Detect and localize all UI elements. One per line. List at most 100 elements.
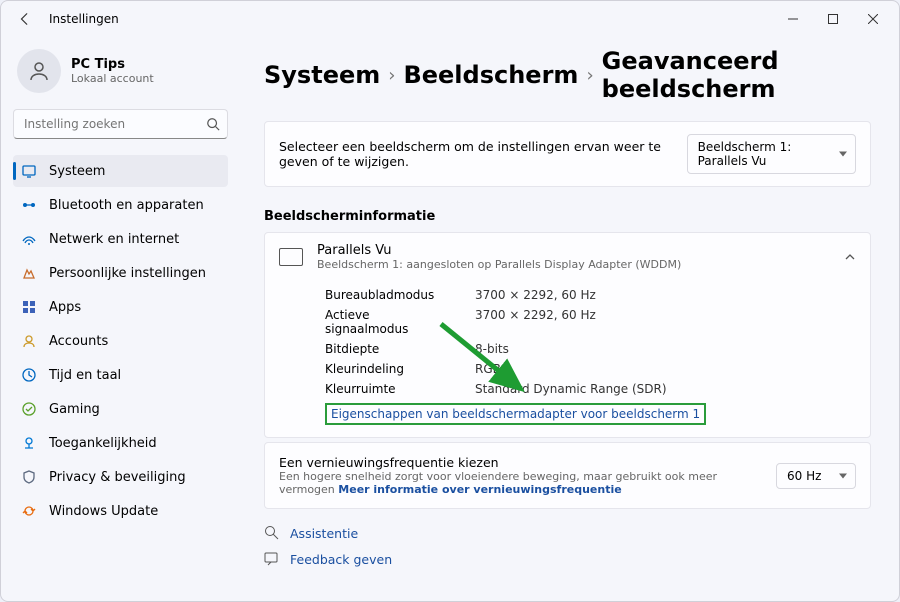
sidebar-item-toegankelijkheid[interactable]: Toegankelijkheid: [13, 427, 228, 459]
sidebar-item-systeem[interactable]: Systeem: [13, 155, 228, 187]
display-dropdown[interactable]: Beeldscherm 1: Parallels Vu: [687, 134, 856, 174]
sidebar-item-netwerk-en-internet[interactable]: Netwerk en internet: [13, 223, 228, 255]
footer-links: Assistentie Feedback geven: [264, 525, 871, 567]
display-info-header[interactable]: Parallels Vu Beeldscherm 1: aangesloten …: [265, 233, 870, 281]
sidebar-item-label: Bluetooth en apparaten: [49, 198, 204, 213]
help-label: Assistentie: [290, 526, 358, 541]
help-link[interactable]: Assistentie: [264, 525, 871, 541]
info-key: Kleurindeling: [325, 362, 455, 376]
display-sub: Beeldscherm 1: aangesloten op Parallels …: [317, 258, 681, 271]
sidebar-item-windows-update[interactable]: Windows Update: [13, 495, 228, 527]
feedback-link[interactable]: Feedback geven: [264, 551, 871, 567]
crumb-display[interactable]: Beeldscherm: [403, 61, 578, 89]
info-value: 3700 × 2292, 60 Hz: [475, 288, 596, 302]
section-title: Beeldscherminformatie: [264, 209, 871, 224]
info-row: Kleurindeling RGB: [325, 359, 856, 379]
sidebar-item-accounts[interactable]: Accounts: [13, 325, 228, 357]
display-info-body: Bureaubladmodus3700 × 2292, 60 HzActieve…: [265, 281, 870, 437]
page-title: Geavanceerd beeldscherm: [602, 47, 871, 103]
sidebar-item-label: Persoonlijke instellingen: [49, 266, 206, 281]
feedback-label: Feedback geven: [290, 552, 392, 567]
info-row: Kleurruimte Standard Dynamic Range (SDR): [325, 379, 856, 399]
close-icon: [868, 14, 878, 24]
refresh-title: Een vernieuwingsfrequentie kiezen: [279, 455, 760, 470]
sidebar-item-label: Windows Update: [49, 504, 158, 519]
sidebar-item-label: Systeem: [49, 164, 105, 179]
nav: Systeem Bluetooth en apparaten Netwerk en …: [13, 155, 228, 527]
sidebar-item-bluetooth-en-apparaten[interactable]: Bluetooth en apparaten: [13, 189, 228, 221]
sidebar-item-label: Apps: [49, 300, 81, 315]
nav-icon: [21, 197, 37, 213]
sidebar-item-label: Tijd en taal: [49, 368, 121, 383]
help-icon: [264, 525, 280, 541]
selector-text: Selecteer een beeldscherm om de instelli…: [279, 139, 687, 169]
display-info-card: Parallels Vu Beeldscherm 1: aangesloten …: [264, 232, 871, 438]
sidebar-item-apps[interactable]: Apps: [13, 291, 228, 323]
settings-window: Instellingen PC Tips Lokaal account: [0, 0, 900, 602]
user-block[interactable]: PC Tips Lokaal account: [13, 43, 228, 103]
maximize-button[interactable]: [813, 5, 853, 33]
info-key: Kleurruimte: [325, 382, 455, 396]
sidebar-item-label: Toegankelijkheid: [49, 436, 157, 451]
maximize-icon: [828, 14, 838, 24]
info-value: 3700 × 2292, 60 Hz: [475, 308, 596, 336]
info-key: Actieve signaalmodus: [325, 308, 455, 336]
sidebar-item-label: Netwerk en internet: [49, 232, 179, 247]
nav-icon: [21, 299, 37, 315]
adapter-properties-link[interactable]: Eigenschappen van beeldschermadapter voo…: [325, 403, 706, 425]
info-row: Bitdiepte 8-bits: [325, 339, 856, 359]
chevron-right-icon: ›: [586, 65, 593, 86]
minimize-button[interactable]: [773, 5, 813, 33]
window-title: Instellingen: [49, 12, 119, 26]
crumb-system[interactable]: Systeem: [264, 61, 380, 89]
back-button[interactable]: [11, 5, 39, 33]
info-key: Bureaubladmodus: [325, 288, 455, 302]
close-button[interactable]: [853, 5, 893, 33]
avatar: [17, 49, 61, 93]
nav-icon: [21, 503, 37, 519]
nav-icon: [21, 163, 37, 179]
sidebar-item-persoonlijke-instellingen[interactable]: Persoonlijke instellingen: [13, 257, 228, 289]
info-row: Actieve signaalmodus 3700 × 2292, 60 Hz: [325, 305, 856, 339]
sidebar-item-label: Accounts: [49, 334, 108, 349]
display-name: Parallels Vu: [317, 243, 681, 258]
user-sub: Lokaal account: [71, 72, 154, 85]
sidebar-item-privacy-beveiliging[interactable]: Privacy & beveiliging: [13, 461, 228, 493]
user-name: PC Tips: [71, 57, 154, 72]
refresh-rate-dropdown[interactable]: 60 Hz: [776, 463, 856, 489]
nav-icon: [21, 435, 37, 451]
refresh-rate-value: 60 Hz: [787, 469, 821, 483]
display-dropdown-value: Beeldscherm 1: Parallels Vu: [698, 140, 792, 168]
refresh-more-link[interactable]: Meer informatie over vernieuwingsfrequen…: [338, 483, 621, 496]
arrow-left-icon: [18, 12, 32, 26]
info-key: Bitdiepte: [325, 342, 455, 356]
display-selector-row: Selecteer een beeldscherm om de instelli…: [264, 121, 871, 187]
nav-icon: [21, 401, 37, 417]
breadcrumb: Systeem › Beeldscherm › Geavanceerd beel…: [264, 47, 871, 103]
feedback-icon: [264, 551, 280, 567]
refresh-desc: Een hogere snelheid zorgt voor vloeiende…: [279, 470, 760, 496]
search-icon: [206, 116, 220, 135]
nav-icon: [21, 333, 37, 349]
sidebar-item-gaming[interactable]: Gaming: [13, 393, 228, 425]
search-input[interactable]: [13, 109, 228, 139]
person-icon: [27, 59, 51, 83]
nav-icon: [21, 367, 37, 383]
info-value: RGB: [475, 362, 501, 376]
info-value: 8-bits: [475, 342, 509, 356]
sidebar: PC Tips Lokaal account Systeem Bluetooth …: [1, 37, 236, 601]
sidebar-item-label: Privacy & beveiliging: [49, 470, 186, 485]
monitor-icon: [279, 248, 303, 266]
chevron-right-icon: ›: [388, 65, 395, 86]
titlebar: Instellingen: [1, 1, 899, 37]
nav-icon: [21, 231, 37, 247]
content: Systeem › Beeldscherm › Geavanceerd beel…: [236, 37, 899, 601]
minimize-icon: [788, 14, 798, 24]
nav-icon: [21, 469, 37, 485]
sidebar-item-tijd-en-taal[interactable]: Tijd en taal: [13, 359, 228, 391]
sidebar-item-label: Gaming: [49, 402, 100, 417]
nav-icon: [21, 265, 37, 281]
search-box: [13, 109, 228, 139]
info-value: Standard Dynamic Range (SDR): [475, 382, 667, 396]
chevron-up-icon: [844, 248, 856, 267]
